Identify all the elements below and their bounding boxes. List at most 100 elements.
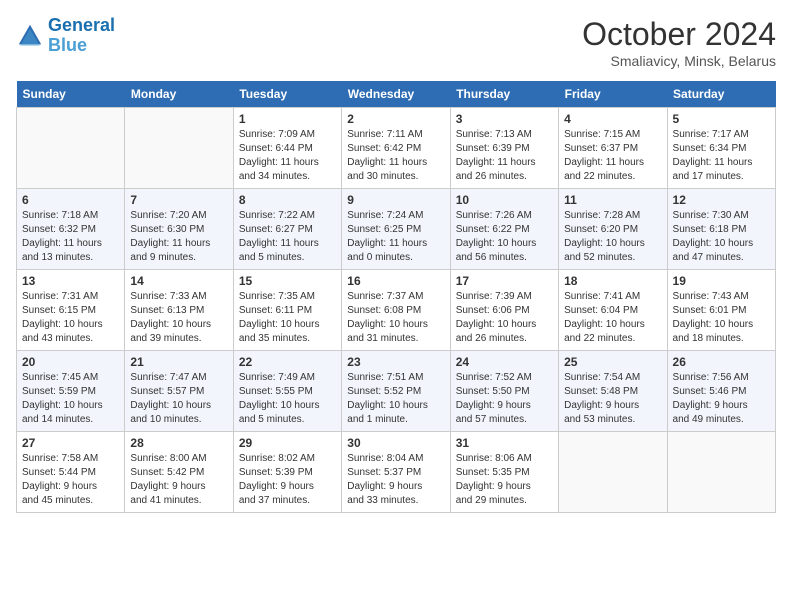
calendar-cell: 10Sunrise: 7:26 AM Sunset: 6:22 PM Dayli… xyxy=(450,189,558,270)
day-info: Sunrise: 7:09 AM Sunset: 6:44 PM Dayligh… xyxy=(239,128,336,184)
calendar-cell: 6 Sunrise: 7:18 AM Sunset: 6:32 PM Daylig… xyxy=(17,189,125,270)
calendar-cell: 9Sunrise: 7:24 AM Sunset: 6:25 PM Daylig… xyxy=(342,189,450,270)
day-number: 8 xyxy=(239,193,336,207)
day-info: Sunrise: 7:18 AM Sunset: 6:32 PM Dayligh… xyxy=(22,209,119,265)
day-info: Sunrise: 7:15 AM Sunset: 6:37 PM Dayligh… xyxy=(564,128,661,184)
title-block: October 2024 Smaliavicy, Minsk, Belarus xyxy=(582,16,776,69)
calendar-cell: 20 Sunrise: 7:45 AM Sunset: 5:59 PM Dayli… xyxy=(17,351,125,432)
calendar-cell: 23Sunrise: 7:51 AM Sunset: 5:52 PM Dayli… xyxy=(342,351,450,432)
day-number: 20 xyxy=(22,355,119,369)
calendar-cell: 3 Sunrise: 7:13 AM Sunset: 6:39 PM Daylig… xyxy=(450,108,558,189)
day-info: Sunrise: 7:52 AM Sunset: 5:50 PM Dayligh… xyxy=(456,371,553,427)
week-row-4: 20 Sunrise: 7:45 AM Sunset: 5:59 PM Dayli… xyxy=(17,351,776,432)
calendar-cell: 1Sunrise: 7:09 AM Sunset: 6:44 PM Daylig… xyxy=(233,108,341,189)
calendar-cell: 7Sunrise: 7:20 AM Sunset: 6:30 PM Daylig… xyxy=(125,189,233,270)
day-info: Sunrise: 7:22 AM Sunset: 6:27 PM Dayligh… xyxy=(239,209,336,265)
day-info: Sunrise: 7:45 AM Sunset: 5:59 PM Dayligh… xyxy=(22,371,119,427)
calendar-cell: 22Sunrise: 7:49 AM Sunset: 5:55 PM Dayli… xyxy=(233,351,341,432)
day-info: Sunrise: 7:28 AM Sunset: 6:20 PM Dayligh… xyxy=(564,209,661,265)
logo-icon xyxy=(16,22,44,50)
calendar-cell: 8 Sunrise: 7:22 AM Sunset: 6:27 PM Daylig… xyxy=(233,189,341,270)
day-number: 14 xyxy=(130,274,227,288)
day-info: Sunrise: 7:24 AM Sunset: 6:25 PM Dayligh… xyxy=(347,209,444,265)
weekday-header-thursday: Thursday xyxy=(450,81,558,108)
calendar-cell: 25 Sunrise: 7:54 AM Sunset: 5:48 PM Dayli… xyxy=(559,351,667,432)
day-number: 7 xyxy=(130,193,227,207)
calendar-cell: 17 Sunrise: 7:39 AM Sunset: 6:06 PM Dayli… xyxy=(450,270,558,351)
week-row-5: 27Sunrise: 7:58 AM Sunset: 5:44 PM Dayli… xyxy=(17,432,776,513)
calendar-cell: 30 Sunrise: 8:04 AM Sunset: 5:37 PM Dayli… xyxy=(342,432,450,513)
day-info: Sunrise: 7:49 AM Sunset: 5:55 PM Dayligh… xyxy=(239,371,336,427)
calendar-cell: 15Sunrise: 7:35 AM Sunset: 6:11 PM Dayli… xyxy=(233,270,341,351)
day-info: Sunrise: 7:35 AM Sunset: 6:11 PM Dayligh… xyxy=(239,290,336,346)
day-number: 31 xyxy=(456,436,553,450)
weekday-header-tuesday: Tuesday xyxy=(233,81,341,108)
weekday-header-row: SundayMondayTuesdayWednesdayThursdayFrid… xyxy=(17,81,776,108)
calendar-cell: 26Sunrise: 7:56 AM Sunset: 5:46 PM Dayli… xyxy=(667,351,775,432)
day-number: 17 xyxy=(456,274,553,288)
day-number: 25 xyxy=(564,355,661,369)
day-info: Sunrise: 7:54 AM Sunset: 5:48 PM Dayligh… xyxy=(564,371,661,427)
calendar-cell xyxy=(125,108,233,189)
day-number: 29 xyxy=(239,436,336,450)
day-info: Sunrise: 7:33 AM Sunset: 6:13 PM Dayligh… xyxy=(130,290,227,346)
calendar-cell: 21Sunrise: 7:47 AM Sunset: 5:57 PM Dayli… xyxy=(125,351,233,432)
day-info: Sunrise: 7:39 AM Sunset: 6:06 PM Dayligh… xyxy=(456,290,553,346)
day-info: Sunrise: 7:51 AM Sunset: 5:52 PM Dayligh… xyxy=(347,371,444,427)
day-info: Sunrise: 7:31 AM Sunset: 6:15 PM Dayligh… xyxy=(22,290,119,346)
day-info: Sunrise: 7:43 AM Sunset: 6:01 PM Dayligh… xyxy=(673,290,770,346)
day-info: Sunrise: 7:26 AM Sunset: 6:22 PM Dayligh… xyxy=(456,209,553,265)
day-number: 2 xyxy=(347,112,444,126)
day-info: Sunrise: 7:17 AM Sunset: 6:34 PM Dayligh… xyxy=(673,128,770,184)
calendar-cell: 11 Sunrise: 7:28 AM Sunset: 6:20 PM Dayli… xyxy=(559,189,667,270)
day-number: 19 xyxy=(673,274,770,288)
day-number: 11 xyxy=(564,193,661,207)
calendar-cell xyxy=(667,432,775,513)
day-number: 24 xyxy=(456,355,553,369)
day-number: 5 xyxy=(673,112,770,126)
day-info: Sunrise: 7:37 AM Sunset: 6:08 PM Dayligh… xyxy=(347,290,444,346)
calendar-cell: 29Sunrise: 8:02 AM Sunset: 5:39 PM Dayli… xyxy=(233,432,341,513)
calendar-cell: 18Sunrise: 7:41 AM Sunset: 6:04 PM Dayli… xyxy=(559,270,667,351)
day-info: Sunrise: 7:58 AM Sunset: 5:44 PM Dayligh… xyxy=(22,452,119,508)
calendar-cell: 19 Sunrise: 7:43 AM Sunset: 6:01 PM Dayli… xyxy=(667,270,775,351)
day-info: Sunrise: 7:30 AM Sunset: 6:18 PM Dayligh… xyxy=(673,209,770,265)
week-row-2: 6 Sunrise: 7:18 AM Sunset: 6:32 PM Daylig… xyxy=(17,189,776,270)
weekday-header-saturday: Saturday xyxy=(667,81,775,108)
week-row-3: 13 Sunrise: 7:31 AM Sunset: 6:15 PM Dayli… xyxy=(17,270,776,351)
calendar-cell: 24 Sunrise: 7:52 AM Sunset: 5:50 PM Dayli… xyxy=(450,351,558,432)
day-number: 28 xyxy=(130,436,227,450)
day-number: 13 xyxy=(22,274,119,288)
weekday-header-wednesday: Wednesday xyxy=(342,81,450,108)
calendar-cell: 28 Sunrise: 8:00 AM Sunset: 5:42 PM Dayli… xyxy=(125,432,233,513)
calendar-cell: 4 Sunrise: 7:15 AM Sunset: 6:37 PM Daylig… xyxy=(559,108,667,189)
calendar-cell: 16 Sunrise: 7:37 AM Sunset: 6:08 PM Dayli… xyxy=(342,270,450,351)
logo: GeneralBlue xyxy=(16,16,115,56)
calendar-cell: 31 Sunrise: 8:06 AM Sunset: 5:35 PM Dayli… xyxy=(450,432,558,513)
day-info: Sunrise: 7:11 AM Sunset: 6:42 PM Dayligh… xyxy=(347,128,444,184)
day-number: 3 xyxy=(456,112,553,126)
day-number: 6 xyxy=(22,193,119,207)
logo-text: GeneralBlue xyxy=(48,16,115,56)
day-number: 18 xyxy=(564,274,661,288)
calendar-cell: 2 Sunrise: 7:11 AM Sunset: 6:42 PM Daylig… xyxy=(342,108,450,189)
calendar-table: SundayMondayTuesdayWednesdayThursdayFrid… xyxy=(16,81,776,513)
calendar-cell: 5 Sunrise: 7:17 AM Sunset: 6:34 PM Daylig… xyxy=(667,108,775,189)
week-row-1: 1Sunrise: 7:09 AM Sunset: 6:44 PM Daylig… xyxy=(17,108,776,189)
day-number: 4 xyxy=(564,112,661,126)
day-number: 12 xyxy=(673,193,770,207)
calendar-cell: 13 Sunrise: 7:31 AM Sunset: 6:15 PM Dayli… xyxy=(17,270,125,351)
weekday-header-monday: Monday xyxy=(125,81,233,108)
calendar-cell xyxy=(17,108,125,189)
day-number: 30 xyxy=(347,436,444,450)
page-header: GeneralBlue October 2024 Smaliavicy, Min… xyxy=(16,16,776,69)
day-info: Sunrise: 7:56 AM Sunset: 5:46 PM Dayligh… xyxy=(673,371,770,427)
day-info: Sunrise: 7:13 AM Sunset: 6:39 PM Dayligh… xyxy=(456,128,553,184)
day-info: Sunrise: 8:04 AM Sunset: 5:37 PM Dayligh… xyxy=(347,452,444,508)
weekday-header-sunday: Sunday xyxy=(17,81,125,108)
day-info: Sunrise: 8:06 AM Sunset: 5:35 PM Dayligh… xyxy=(456,452,553,508)
calendar-cell: 14 Sunrise: 7:33 AM Sunset: 6:13 PM Dayli… xyxy=(125,270,233,351)
day-number: 16 xyxy=(347,274,444,288)
calendar-cell xyxy=(559,432,667,513)
day-info: Sunrise: 8:00 AM Sunset: 5:42 PM Dayligh… xyxy=(130,452,227,508)
